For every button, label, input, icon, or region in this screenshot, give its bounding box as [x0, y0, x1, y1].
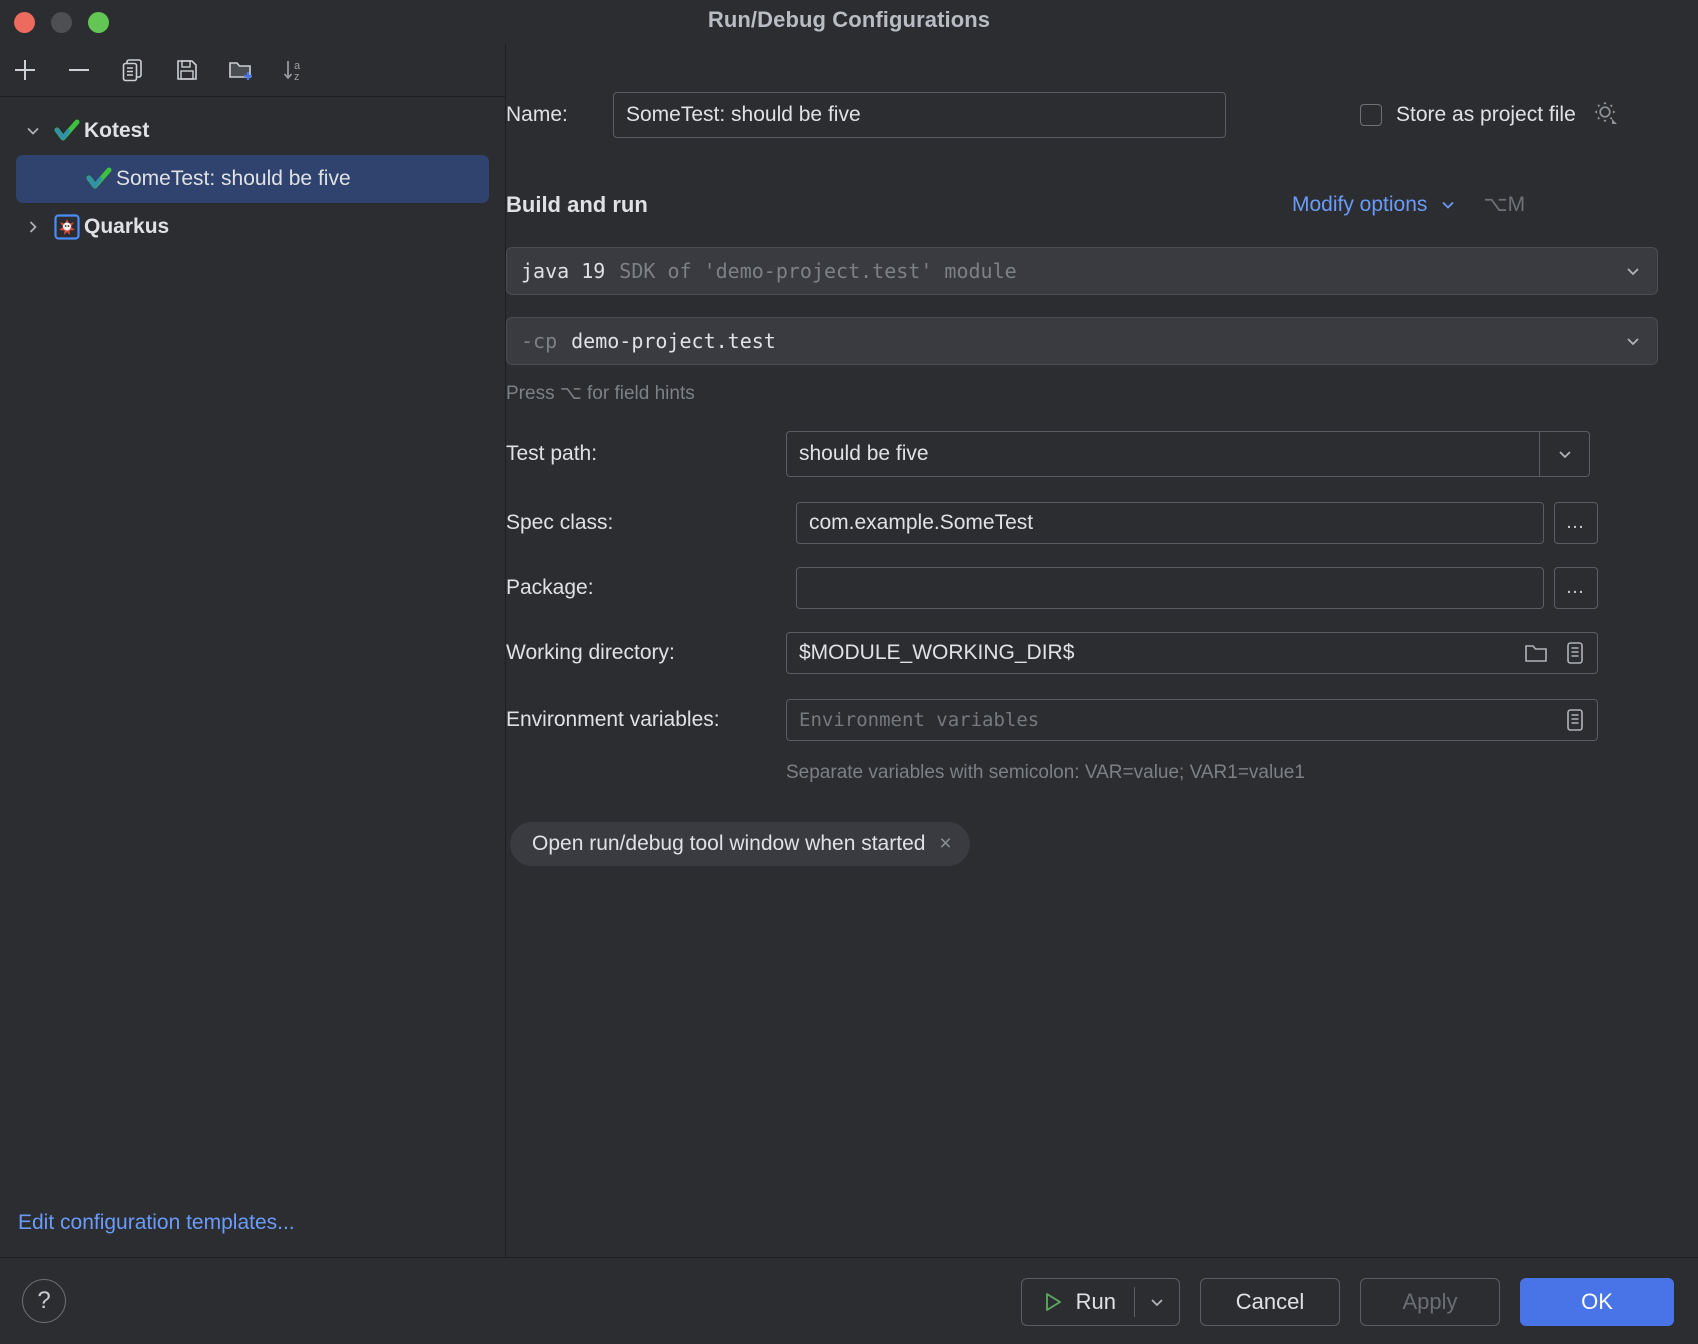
store-as-project-file-label: Store as project file: [1396, 102, 1576, 126]
dialog-footer: ? Run Cancel Apply OK: [0, 1257, 1698, 1344]
chevron-right-icon[interactable]: [16, 218, 50, 236]
modify-options-row: Modify options ⌥M: [1292, 192, 1525, 217]
footer-buttons: Run Cancel Apply OK: [1020, 1278, 1674, 1326]
run-button-label: Run: [1075, 1289, 1116, 1314]
edit-configuration-templates-link[interactable]: Edit configuration templates...: [18, 1211, 295, 1235]
new-folder-button[interactable]: [220, 49, 262, 91]
section-title: Build and run: [506, 192, 648, 217]
minus-icon: [69, 69, 89, 71]
store-as-project-file-checkbox[interactable]: [1360, 103, 1382, 126]
tree-group-kotest[interactable]: Kotest: [16, 107, 489, 155]
jre-description: SDK of 'demo-project.test' module: [619, 259, 1017, 283]
add-configuration-button[interactable]: [4, 49, 46, 91]
spec-class-row: Spec class: com.example.SomeTest …: [506, 502, 1658, 544]
tree-item-label: SomeTest: should be five: [116, 167, 351, 190]
environment-variables-row: Environment variables: Environment varia…: [506, 699, 1658, 741]
macro-icon[interactable]: [1563, 640, 1587, 666]
chevron-down-icon[interactable]: [1135, 1279, 1179, 1325]
name-input[interactable]: SomeTest: should be five: [613, 92, 1226, 138]
name-row: Name: SomeTest: should be five: [506, 92, 1226, 138]
tree-group-label: Kotest: [84, 119, 150, 142]
gear-icon[interactable]: [1592, 99, 1618, 130]
spec-class-label: Spec class:: [506, 511, 614, 534]
save-icon: [177, 60, 197, 80]
build-and-run-section-header: Build and run: [506, 192, 648, 218]
tree-group-quarkus[interactable]: Quarkus: [16, 203, 489, 251]
store-as-project-file-row[interactable]: Store as project file: [1360, 99, 1618, 130]
remove-configuration-button[interactable]: [58, 49, 100, 91]
working-directory-input-wrapper[interactable]: $MODULE_WORKING_DIR$: [786, 632, 1598, 674]
folder-add-icon: [229, 62, 252, 80]
tree-item-sometest-should-be-five[interactable]: SomeTest: should be five: [16, 155, 489, 203]
modify-options-button[interactable]: Modify options: [1292, 193, 1427, 217]
play-icon: [1042, 1291, 1064, 1313]
configurations-sidebar: a z Kotest SomeTest: should be five Quar…: [0, 44, 506, 1257]
plus-icon: [15, 60, 35, 80]
run-button[interactable]: Run: [1020, 1278, 1180, 1326]
sort-configurations-button[interactable]: a z: [274, 49, 316, 91]
copy-icon: [122, 59, 142, 82]
classpath-combobox[interactable]: -cp demo-project.test: [506, 317, 1658, 365]
package-label: Package:: [506, 576, 594, 599]
title-bar: Run/Debug Configurations: [0, 0, 1698, 44]
run-button-main[interactable]: Run: [1022, 1279, 1134, 1325]
chevron-down-icon[interactable]: [1623, 261, 1643, 281]
chevron-down-icon[interactable]: [1439, 196, 1457, 214]
configuration-editor-panel: Name: SomeTest: should be five Store as …: [506, 44, 1698, 1257]
test-path-combobox[interactable]: should be five: [786, 431, 1590, 477]
spec-class-input[interactable]: com.example.SomeTest: [796, 502, 1544, 544]
open-run-debug-tool-window-chip[interactable]: Open run/debug tool window when started …: [510, 822, 970, 866]
chevron-down-icon[interactable]: [1539, 432, 1589, 476]
test-path-label: Test path:: [506, 442, 598, 465]
sort-alphabetically-icon: a z: [283, 60, 301, 83]
chevron-down-icon[interactable]: [16, 122, 50, 140]
environment-variables-label: Environment variables:: [506, 708, 720, 731]
kotest-icon: [50, 118, 84, 144]
environment-variables-hint: Separate variables with semicolon: VAR=v…: [786, 762, 1305, 783]
test-path-row: Test path: should be five: [506, 431, 1658, 477]
field-hints-text: Press ⌥ for field hints: [506, 383, 695, 404]
kotest-icon: [82, 166, 116, 192]
chevron-down-icon[interactable]: [1623, 331, 1643, 351]
copy-configuration-button[interactable]: [112, 49, 154, 91]
package-input[interactable]: [796, 567, 1544, 609]
quarkus-icon: [50, 214, 84, 240]
folder-icon[interactable]: [1523, 641, 1549, 665]
name-label: Name:: [506, 103, 568, 126]
macro-icon[interactable]: [1563, 707, 1587, 733]
test-path-input[interactable]: should be five: [787, 432, 1539, 476]
jre-value: java 19: [521, 259, 606, 283]
close-icon[interactable]: ×: [939, 832, 951, 856]
apply-button[interactable]: Apply: [1360, 1278, 1500, 1326]
dialog-title: Run/Debug Configurations: [707, 7, 991, 32]
classpath-prefix: -cp: [521, 329, 558, 353]
working-directory-input[interactable]: $MODULE_WORKING_DIR$: [799, 641, 1074, 665]
modify-options-shortcut: ⌥M: [1483, 193, 1526, 216]
save-configuration-button[interactable]: [166, 49, 208, 91]
help-button[interactable]: ?: [22, 1279, 66, 1323]
package-browse-button[interactable]: …: [1554, 567, 1598, 609]
chip-label: Open run/debug tool window when started: [532, 832, 926, 855]
working-directory-label: Working directory:: [506, 641, 675, 664]
classpath-value: demo-project.test: [571, 329, 776, 353]
environment-variables-input[interactable]: Environment variables: [799, 709, 1039, 731]
tree-group-label: Quarkus: [84, 215, 170, 238]
cancel-button[interactable]: Cancel: [1200, 1278, 1340, 1326]
package-row: Package: …: [506, 567, 1658, 609]
spec-class-browse-button[interactable]: …: [1554, 502, 1598, 544]
run-debug-configurations-dialog: Run/Debug Configurations a z Kotest Some…: [0, 0, 1698, 1344]
jre-combobox[interactable]: java 19 SDK of 'demo-project.test' modul…: [506, 247, 1658, 295]
configurations-tree: Kotest SomeTest: should be five Quarkus: [0, 97, 505, 1187]
environment-variables-input-wrapper[interactable]: Environment variables: [786, 699, 1598, 741]
sidebar-toolbar: a z: [0, 44, 505, 97]
svg-text:z: z: [294, 71, 300, 83]
working-directory-row: Working directory: $MODULE_WORKING_DIR$: [506, 632, 1658, 674]
ok-button[interactable]: OK: [1520, 1278, 1674, 1326]
